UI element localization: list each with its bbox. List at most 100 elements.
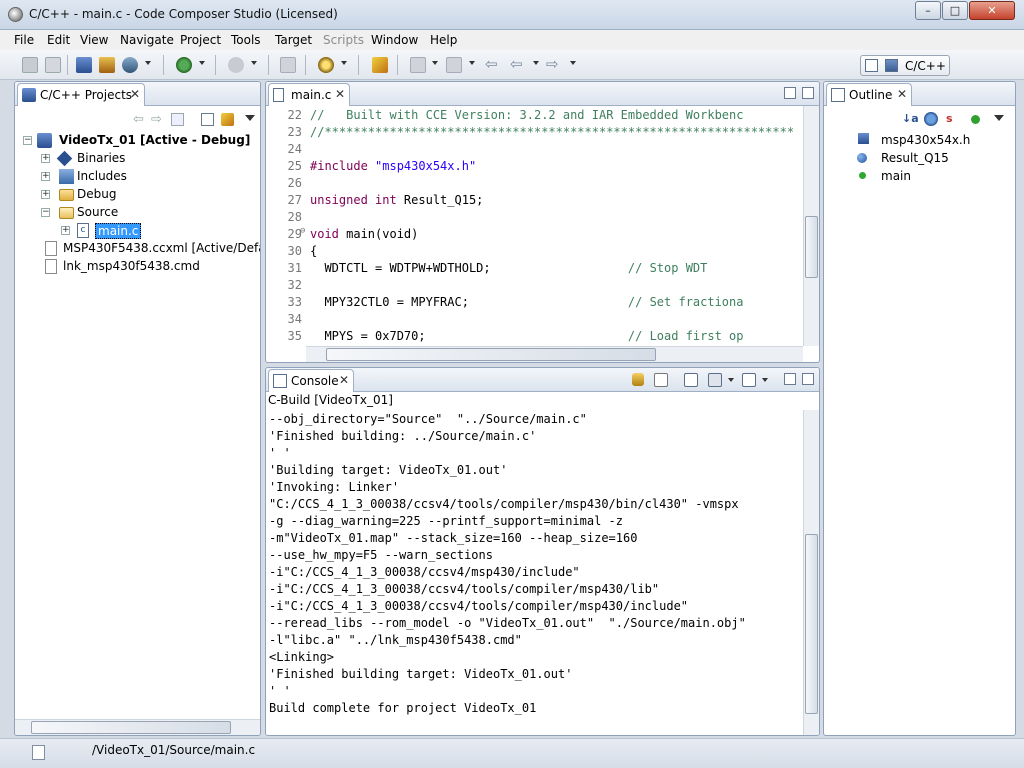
code-line[interactable]: 30 { xyxy=(266,244,803,261)
pin-console-icon[interactable] xyxy=(684,373,698,387)
close-icon[interactable]: ✕ xyxy=(897,87,907,101)
link-editor-icon[interactable] xyxy=(221,113,234,126)
chevron-down-icon[interactable] xyxy=(533,61,539,65)
maximize-view-icon[interactable] xyxy=(802,87,814,99)
menu-tools[interactable]: Tools xyxy=(231,33,261,47)
scrollbar-thumb[interactable] xyxy=(31,721,231,734)
chevron-down-icon[interactable] xyxy=(145,61,151,65)
run-icon[interactable] xyxy=(228,57,244,73)
code-editor[interactable]: 22 // Built with CCE Version: 3.2.2 and I… xyxy=(266,106,803,346)
tree-item-ccxml[interactable]: MSP430F5438.ccxml [Active/Defau xyxy=(15,240,260,258)
save-icon[interactable] xyxy=(22,57,38,73)
tree-item-binaries[interactable]: + Binaries xyxy=(15,150,260,168)
maximize-button[interactable]: □ xyxy=(942,1,968,20)
build-icon[interactable] xyxy=(76,57,92,73)
forward-icon[interactable]: ⇨ xyxy=(546,57,562,73)
chevron-down-icon[interactable] xyxy=(251,61,257,65)
outline-item-variable[interactable]: Result_Q15 xyxy=(824,150,1014,168)
console-output[interactable]: --obj_directory="Source" "../Source/main… xyxy=(266,410,803,735)
print-icon[interactable] xyxy=(45,57,61,73)
outline-item-function[interactable]: main xyxy=(824,168,1014,186)
menu-scripts[interactable]: Scripts xyxy=(323,33,364,47)
build-config-icon[interactable] xyxy=(122,57,138,73)
maximize-view-icon[interactable] xyxy=(802,373,814,385)
tree-item-debug[interactable]: + Debug xyxy=(15,186,260,204)
code-line[interactable]: 35 MPYS = 0x7D70; // Load first op xyxy=(266,329,803,346)
collapse-all-icon[interactable] xyxy=(201,113,214,126)
tab-main-c[interactable]: main.c ✕ xyxy=(268,83,350,106)
chevron-down-icon[interactable] xyxy=(341,61,347,65)
gear-icon[interactable] xyxy=(318,57,334,73)
hide-non-public-icon[interactable] xyxy=(971,115,980,124)
expand-icon[interactable]: + xyxy=(41,154,50,163)
previous-annotation-icon[interactable] xyxy=(446,57,462,73)
open-console-icon[interactable] xyxy=(742,373,756,387)
menu-project[interactable]: Project xyxy=(180,33,221,47)
close-icon[interactable]: ✕ xyxy=(335,87,345,101)
outline-item-include[interactable]: msp430x54x.h xyxy=(824,132,1014,150)
hide-fields-icon[interactable] xyxy=(924,112,938,126)
sort-icon[interactable]: ↓a xyxy=(902,112,919,126)
hide-static-icon[interactable]: s xyxy=(946,112,960,126)
expand-icon[interactable]: + xyxy=(41,190,50,199)
clear-console-icon[interactable] xyxy=(654,373,668,387)
code-line[interactable]: 33 MPY32CTL0 = MPYFRAC; // Set fractiona xyxy=(266,295,803,312)
tab-cpp-projects[interactable]: C/C++ Projects ✕ xyxy=(17,83,145,106)
chevron-down-icon[interactable] xyxy=(432,61,438,65)
scroll-lock-icon[interactable] xyxy=(632,373,644,386)
tab-console[interactable]: Console ✕ xyxy=(268,369,354,392)
code-line[interactable]: 25 #include "msp430x54x.h" xyxy=(266,159,803,176)
back-icon[interactable]: ⇦ xyxy=(510,57,526,73)
open-perspective-icon[interactable] xyxy=(865,59,878,72)
display-console-icon[interactable] xyxy=(708,373,722,387)
scrollbar-thumb[interactable] xyxy=(805,534,818,714)
code-line[interactable]: 24 xyxy=(266,142,803,159)
debug-icon[interactable] xyxy=(176,57,192,73)
code-line[interactable]: 31 WDTCTL = WDTPW+WDTHOLD; // Stop WDT xyxy=(266,261,803,278)
last-edit-icon[interactable]: ⇦ xyxy=(485,57,501,73)
tree-item-includes[interactable]: + Includes xyxy=(15,168,260,186)
scrollbar-thumb[interactable] xyxy=(805,216,818,278)
tree-item-cmd[interactable]: lnk_msp430f5438.cmd xyxy=(15,258,260,276)
collapse-icon[interactable]: − xyxy=(41,208,50,217)
menu-file[interactable]: File xyxy=(14,33,34,47)
fast-view-icon[interactable] xyxy=(32,745,45,760)
chevron-down-icon[interactable] xyxy=(762,378,768,382)
wand-icon[interactable] xyxy=(372,57,388,73)
collapse-icon[interactable]: − xyxy=(23,136,32,145)
expand-icon[interactable]: + xyxy=(41,172,50,181)
code-line[interactable]: 32 xyxy=(266,278,803,295)
code-line[interactable]: 22 // Built with CCE Version: 3.2.2 and I… xyxy=(266,108,803,125)
rebuild-icon[interactable] xyxy=(99,57,115,73)
expand-icon[interactable]: + xyxy=(61,226,70,235)
tab-outline[interactable]: Outline ✕ xyxy=(826,83,912,106)
close-button[interactable]: ✕ xyxy=(969,1,1015,20)
chevron-down-icon[interactable] xyxy=(199,61,205,65)
projects-horizontal-scrollbar[interactable] xyxy=(15,719,260,735)
scrollbar-thumb[interactable] xyxy=(326,348,656,361)
code-line[interactable]: 29 void main(void) ⊖ xyxy=(266,226,803,244)
close-icon[interactable]: ✕ xyxy=(130,87,140,101)
minimize-button[interactable]: – xyxy=(915,1,941,20)
edit-icon[interactable] xyxy=(280,57,296,73)
menu-edit[interactable]: Edit xyxy=(47,33,70,47)
code-line[interactable]: 23 //************************************… xyxy=(266,125,803,142)
menu-target[interactable]: Target xyxy=(275,33,312,47)
next-annotation-icon[interactable] xyxy=(410,57,426,73)
tree-item-project[interactable]: − VideoTx_01 [Active - Debug] xyxy=(15,132,260,150)
view-menu-icon[interactable] xyxy=(994,115,1004,121)
minimize-view-icon[interactable] xyxy=(784,87,796,99)
minimize-view-icon[interactable] xyxy=(784,373,796,385)
menu-navigate[interactable]: Navigate xyxy=(120,33,174,47)
tree-item-main-c[interactable]: + c main.c xyxy=(15,222,260,240)
close-icon[interactable]: ✕ xyxy=(339,373,349,387)
back-icon[interactable]: ⇦ xyxy=(133,112,144,127)
menu-view[interactable]: View xyxy=(80,33,108,47)
code-line[interactable]: 34 xyxy=(266,312,803,329)
view-menu-icon[interactable] xyxy=(245,115,255,121)
console-vertical-scrollbar[interactable] xyxy=(803,410,819,735)
tree-item-source[interactable]: − Source xyxy=(15,204,260,222)
up-icon[interactable] xyxy=(171,113,184,126)
chevron-down-icon[interactable] xyxy=(570,61,576,65)
editor-vertical-scrollbar[interactable] xyxy=(803,106,819,346)
